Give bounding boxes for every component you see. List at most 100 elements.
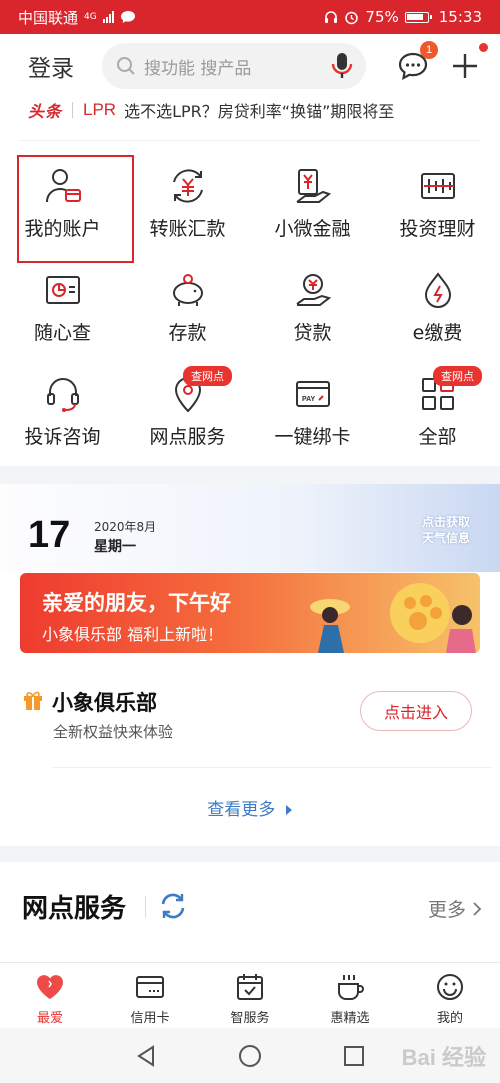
promo-banner[interactable]: 亲爱的朋友，下午好 小象俱乐部 福利上新啦！ (20, 573, 480, 653)
headline-divider (72, 102, 74, 118)
tab-credit-card[interactable]: 信用卡 (100, 963, 200, 1028)
micro-finance-icon (291, 164, 335, 208)
grid-label: 投资理财 (399, 218, 476, 240)
message-button[interactable]: 1 (396, 41, 438, 83)
grid-label: 网点服务 (149, 426, 226, 448)
query-icon (41, 268, 85, 312)
grid-item-complaint[interactable]: 投诉咨询 (0, 360, 125, 464)
tab-selected-deals[interactable]: 惠精选 (300, 963, 400, 1028)
gift-icon (24, 691, 42, 710)
add-button[interactable] (448, 43, 488, 83)
message-badge: 1 (420, 41, 438, 59)
news-headline[interactable]: 头条 LPR 选不选LPR？房贷利率“换锚”期限将至 (28, 96, 478, 124)
login-button[interactable]: 登录 (28, 49, 98, 83)
title-divider (145, 896, 146, 918)
chat-bubble-icon (120, 11, 135, 23)
svg-text:PAY: PAY (302, 396, 316, 403)
date-day: 17 (28, 514, 71, 556)
weather-line1: 点击获取 (421, 515, 470, 529)
grid-item-bind-card[interactable]: PAY 一键绑卡 (250, 360, 375, 464)
alarm-icon (345, 11, 359, 24)
grid-item-micro-finance[interactable]: 小微金融 (250, 152, 375, 256)
branch-more-label: 更多 (427, 899, 466, 921)
watermark: Bai 经验 (401, 1045, 486, 1070)
branch-section-title: 网点服务 (22, 894, 127, 924)
date-weather-card[interactable]: 17 2020年8月 星期一 点击获取 天气信息 (0, 484, 500, 572)
club-enter-button[interactable]: 点击进入 (360, 691, 472, 731)
grid-item-loan[interactable]: 贷款 (250, 256, 375, 360)
pay-card-icon: PAY (291, 372, 335, 416)
battery-icon (404, 11, 432, 23)
club-section: 小象俱乐部 全新权益快来体验 点击进入 (20, 685, 480, 745)
banner-title: 亲爱的朋友，下午好 (42, 591, 231, 615)
headphone-icon (325, 11, 338, 23)
grid-item-deposit[interactable]: 存款 (125, 256, 250, 360)
grid-label: 一键绑卡 (274, 426, 351, 448)
microphone-icon[interactable] (326, 50, 358, 82)
search-bar[interactable]: 搜功能 搜产品 (102, 43, 366, 89)
grid-label: 小微金融 (274, 218, 351, 240)
tab-smart-service[interactable]: 智服务 (200, 963, 300, 1028)
tab-label: 惠精选 (330, 1011, 370, 1026)
branch-more-link[interactable]: 更多 (428, 895, 482, 922)
tab-label: 信用卡 (130, 1011, 170, 1026)
payment-icon (416, 268, 460, 312)
highlight-box (17, 155, 134, 263)
home-icon[interactable] (237, 1043, 263, 1069)
grid-label: 存款 (168, 322, 207, 344)
club-subtitle: 全新权益快来体验 (53, 723, 174, 741)
club-title: 小象俱乐部 (52, 691, 157, 715)
back-icon[interactable] (135, 1044, 157, 1068)
smile-icon (434, 971, 466, 1003)
signal-icon (102, 11, 114, 23)
heart-icon (34, 971, 66, 1003)
banner-subtitle: 小象俱乐部 福利上新啦！ (42, 625, 224, 644)
recent-apps-icon[interactable] (343, 1045, 365, 1067)
weather-line2: 天气信息 (421, 531, 470, 545)
divider (52, 767, 492, 768)
headline-keyword: LPR (83, 100, 117, 119)
headline-tag: 头条 (28, 102, 63, 121)
calendar-check-icon (234, 971, 266, 1003)
search-input[interactable]: 搜功能 搜产品 (144, 54, 326, 79)
divider (20, 140, 480, 141)
grid-item-query[interactable]: 随心查 (0, 256, 125, 360)
piggy-bank-icon (166, 268, 210, 312)
network-label: 4G (84, 12, 97, 22)
transfer-icon (166, 164, 210, 208)
grid-item-investment[interactable]: 投资理财 (375, 152, 500, 256)
cup-icon (334, 971, 366, 1003)
view-more-link[interactable]: 查看更多 (0, 795, 500, 820)
investment-icon (416, 164, 460, 208)
chevron-right-icon (473, 902, 482, 916)
grid-item-all[interactable]: 查网点 全部 (375, 360, 500, 464)
loan-icon (291, 268, 335, 312)
tab-label: 智服务 (230, 1011, 270, 1026)
clock: 15:33 (438, 8, 482, 26)
grid-item-e-payment[interactable]: e缴费 (375, 256, 500, 360)
section-separator (0, 466, 500, 484)
weather-prompt[interactable]: 点击获取 天气信息 (422, 514, 470, 546)
carrier-label: 中国联通 (18, 8, 79, 27)
top-header: 登录 搜功能 搜产品 1 (0, 34, 500, 98)
grid-label: 投诉咨询 (24, 426, 101, 448)
tab-favorites[interactable]: 最爱 (0, 963, 100, 1028)
grid-label: 贷款 (293, 322, 332, 344)
tab-label: 最爱 (36, 1011, 63, 1026)
plus-icon (453, 54, 477, 78)
caret-right-icon (285, 805, 292, 815)
credit-card-icon (134, 971, 166, 1003)
grid-label: e缴费 (412, 322, 463, 344)
grid-item-branch-service[interactable]: 查网点 网点服务 (125, 360, 250, 464)
grid-label: 转账汇款 (149, 218, 226, 240)
search-icon (117, 57, 135, 75)
notification-dot (479, 43, 488, 52)
grid-label: 全部 (418, 426, 457, 448)
tab-mine[interactable]: 我的 (400, 963, 500, 1028)
refresh-icon[interactable] (157, 890, 189, 922)
grid-item-transfer[interactable]: 转账汇款 (125, 152, 250, 256)
date-year-month: 2020年8月 (94, 520, 157, 534)
banner-illustration (310, 583, 476, 653)
date-weekday: 星期一 (94, 539, 136, 555)
branch-tag: 查网点 (183, 366, 232, 386)
